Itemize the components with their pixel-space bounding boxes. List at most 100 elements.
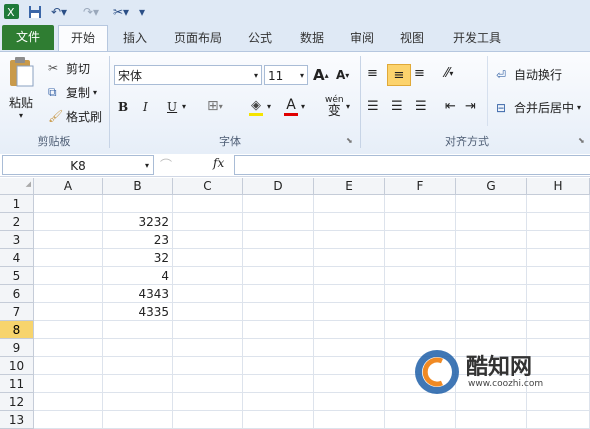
column-header-f[interactable]: F — [385, 178, 456, 195]
tab-formulas[interactable]: 公式 — [238, 26, 282, 50]
tab-developer[interactable]: 开发工具 — [444, 26, 510, 50]
cell-g3[interactable] — [456, 231, 527, 249]
row-header-3[interactable]: 3 — [0, 231, 34, 249]
merge-center-button[interactable]: ⊟ 合并后居中 ▾ — [496, 99, 581, 116]
tools-icon[interactable]: ✂▾ — [110, 3, 132, 20]
cut-button[interactable]: ✂ 剪切 — [48, 59, 90, 77]
cell-h8[interactable] — [527, 321, 590, 339]
save-icon[interactable] — [27, 3, 43, 20]
cell-a13[interactable] — [34, 411, 103, 429]
cell-h2[interactable] — [527, 213, 590, 231]
font-size-select[interactable]: 11 ▾ — [264, 65, 308, 85]
column-header-b[interactable]: B — [103, 178, 173, 195]
cell-g6[interactable] — [456, 285, 527, 303]
cell-c4[interactable] — [173, 249, 243, 267]
font-color-dropdown-icon[interactable]: ▾ — [301, 102, 305, 111]
cell-a10[interactable] — [34, 357, 103, 375]
cell-c7[interactable] — [173, 303, 243, 321]
row-header-7[interactable]: 7 — [0, 303, 34, 321]
cell-b1[interactable] — [103, 195, 173, 213]
row-header-13[interactable]: 13 — [0, 411, 34, 429]
cell-e4[interactable] — [314, 249, 385, 267]
cell-d9[interactable] — [243, 339, 314, 357]
cell-e3[interactable] — [314, 231, 385, 249]
align-top-icon[interactable]: ≡ — [367, 66, 378, 81]
cell-d11[interactable] — [243, 375, 314, 393]
customize-icon[interactable]: ▾ — [136, 3, 148, 20]
undo-icon[interactable]: ↶▾ — [48, 3, 70, 20]
underline-button[interactable]: U — [167, 100, 177, 114]
cell-e5[interactable] — [314, 267, 385, 285]
tab-file[interactable]: 文件 — [2, 25, 54, 50]
fill-color-dropdown-icon[interactable]: ▾ — [267, 102, 271, 111]
cell-f2[interactable] — [385, 213, 456, 231]
cell-a11[interactable] — [34, 375, 103, 393]
row-header-6[interactable]: 6 — [0, 285, 34, 303]
select-all-corner[interactable]: ◢ — [0, 178, 34, 195]
cell-b10[interactable] — [103, 357, 173, 375]
align-middle-icon[interactable]: ≡ — [387, 64, 411, 86]
cell-c11[interactable] — [173, 375, 243, 393]
cell-c10[interactable] — [173, 357, 243, 375]
cell-b4[interactable]: 32 — [103, 249, 173, 267]
fill-color-icon[interactable]: ◈ — [249, 98, 263, 116]
border-icon[interactable]: ⊞ ▾ — [207, 98, 223, 114]
cell-g2[interactable] — [456, 213, 527, 231]
cell-e6[interactable] — [314, 285, 385, 303]
row-header-1[interactable]: 1 — [0, 195, 34, 213]
cell-b6[interactable]: 4343 — [103, 285, 173, 303]
format-painter-button[interactable]: 🖌 格式刷 — [48, 107, 102, 125]
name-box[interactable]: K8 ▾ — [2, 155, 154, 175]
cell-d4[interactable] — [243, 249, 314, 267]
orientation-icon[interactable]: ⁄⁄ ▾ — [445, 66, 453, 81]
cell-a6[interactable] — [34, 285, 103, 303]
cell-f7[interactable] — [385, 303, 456, 321]
tab-page-layout[interactable]: 页面布局 — [166, 26, 230, 50]
cell-d12[interactable] — [243, 393, 314, 411]
cell-c13[interactable] — [173, 411, 243, 429]
cell-b9[interactable] — [103, 339, 173, 357]
cell-f4[interactable] — [385, 249, 456, 267]
cell-b12[interactable] — [103, 393, 173, 411]
cell-b13[interactable] — [103, 411, 173, 429]
cell-b11[interactable] — [103, 375, 173, 393]
cell-b3[interactable]: 23 — [103, 231, 173, 249]
cell-c5[interactable] — [173, 267, 243, 285]
tab-review[interactable]: 审阅 — [340, 26, 384, 50]
alignment-dialog-launcher-icon[interactable]: ⬊ — [578, 136, 585, 145]
cell-a5[interactable] — [34, 267, 103, 285]
align-right-icon[interactable]: ☰ — [415, 99, 427, 114]
cell-d8[interactable] — [243, 321, 314, 339]
cell-h7[interactable] — [527, 303, 590, 321]
copy-button[interactable]: ⧉ 复制 ▾ — [48, 83, 97, 101]
underline-dropdown-icon[interactable]: ▾ — [182, 102, 186, 111]
cell-e10[interactable] — [314, 357, 385, 375]
cell-e13[interactable] — [314, 411, 385, 429]
cell-d3[interactable] — [243, 231, 314, 249]
cell-a2[interactable] — [34, 213, 103, 231]
cell-g5[interactable] — [456, 267, 527, 285]
cell-f8[interactable] — [385, 321, 456, 339]
align-left-icon[interactable]: ☰ — [367, 99, 379, 114]
cell-c12[interactable] — [173, 393, 243, 411]
cell-c1[interactable] — [173, 195, 243, 213]
cell-g7[interactable] — [456, 303, 527, 321]
tab-home[interactable]: 开始 — [58, 25, 108, 51]
cell-d13[interactable] — [243, 411, 314, 429]
column-header-d[interactable]: D — [243, 178, 314, 195]
row-header-5[interactable]: 5 — [0, 267, 34, 285]
cell-b8[interactable] — [103, 321, 173, 339]
cell-e12[interactable] — [314, 393, 385, 411]
cell-h13[interactable] — [527, 411, 590, 429]
formula-bar-resize-icon[interactable]: ⌒ — [160, 156, 172, 173]
cell-d7[interactable] — [243, 303, 314, 321]
cell-c2[interactable] — [173, 213, 243, 231]
cell-c3[interactable] — [173, 231, 243, 249]
row-header-9[interactable]: 9 — [0, 339, 34, 357]
cell-e9[interactable] — [314, 339, 385, 357]
paste-button[interactable]: 粘贴 ▾ — [4, 56, 38, 128]
cell-a3[interactable] — [34, 231, 103, 249]
cell-f6[interactable] — [385, 285, 456, 303]
cell-e1[interactable] — [314, 195, 385, 213]
cell-h6[interactable] — [527, 285, 590, 303]
